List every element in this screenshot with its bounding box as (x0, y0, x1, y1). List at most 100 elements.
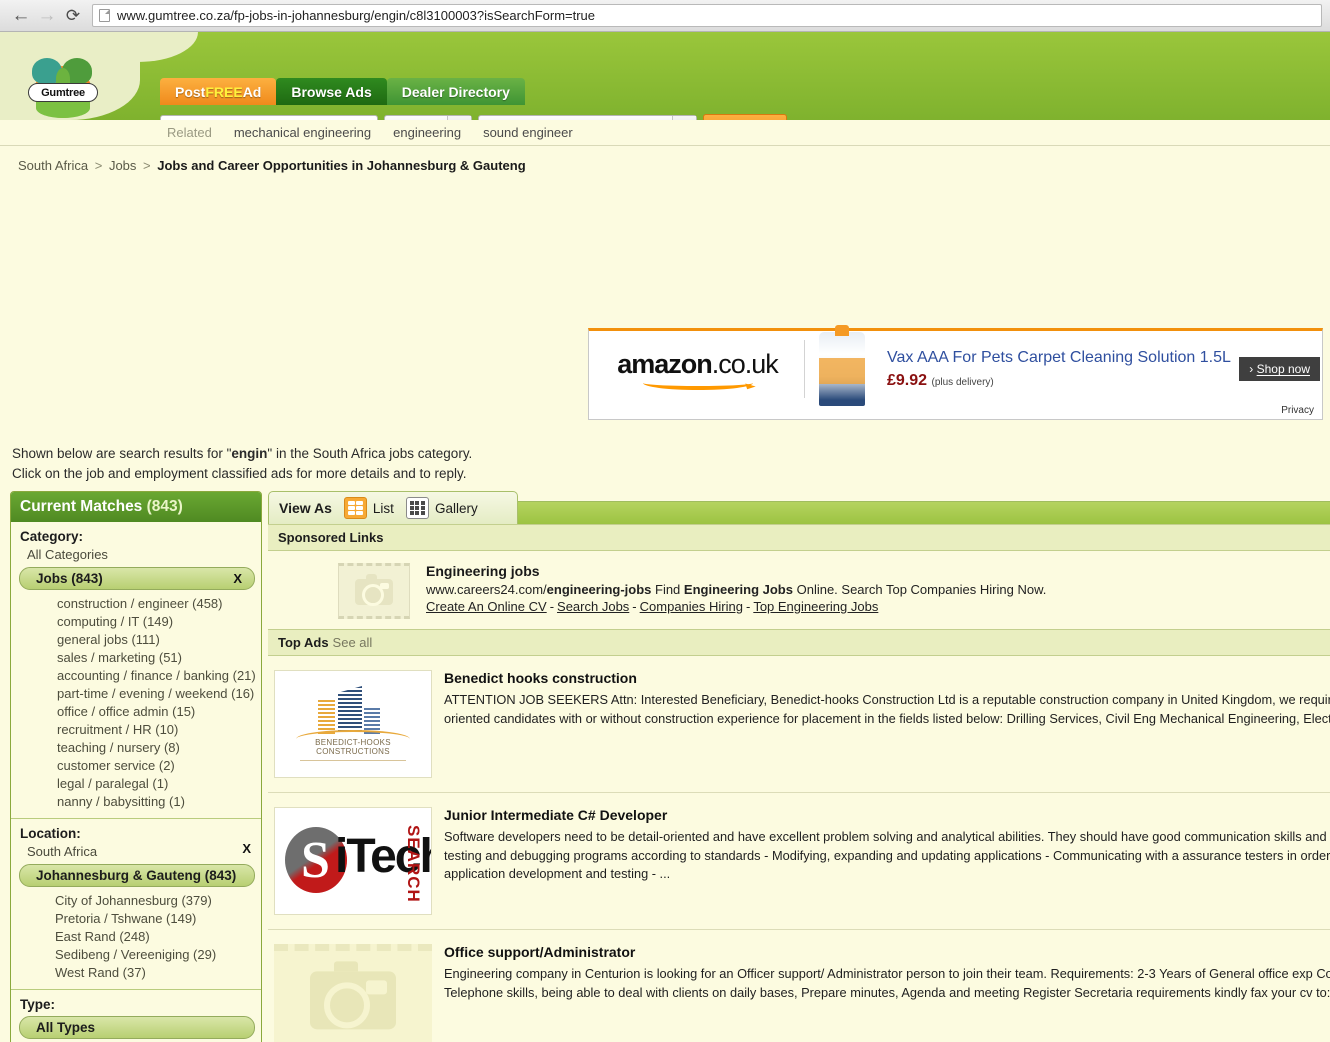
location-item[interactable]: West Rand (37) (11, 963, 261, 981)
listing-description: Engineering company in Centurion is look… (444, 966, 1330, 1000)
amazon-smile-icon (642, 376, 753, 390)
location-item[interactable]: Pretoria / Tshwane (149) (11, 909, 261, 927)
desc-line2: Click on the job and employment classifi… (12, 465, 467, 481)
location-select[interactable]: Johannesburg & Gauteng ▼ (478, 114, 697, 120)
gumtree-logo[interactable]: Gumtree (20, 58, 106, 120)
search-input[interactable] (160, 114, 378, 120)
filter-group-type: Type: All Types Offering (582) Wanted (2… (11, 990, 261, 1042)
gallery-view-icon (405, 497, 429, 519)
ad-delivery-note: (plus delivery) (931, 376, 994, 388)
sponsored-title[interactable]: Engineering jobs (426, 563, 1046, 579)
top-ads-label: Top Ads (278, 635, 329, 650)
url-bar[interactable]: www.gumtree.co.za/fp-jobs-in-johannesbur… (92, 4, 1322, 27)
remove-filter-icon[interactable]: X (233, 571, 246, 586)
search-result-description: Shown below are search results for "engi… (12, 444, 472, 483)
back-arrow-icon[interactable]: ← (8, 3, 34, 29)
sponsored-desc-post: Online. Search Top Companies Hiring Now. (792, 582, 1047, 597)
logo-wordmark: Gumtree (28, 83, 98, 102)
results-panel: View As List Gallery Sponsored Links Eng… (268, 491, 1330, 1042)
view-option-gallery-label: Gallery (434, 500, 478, 516)
sponsored-desc-bold: Engineering Jobs (683, 582, 793, 597)
view-option-list[interactable]: List (343, 497, 394, 519)
category-item[interactable]: legal / paralegal (1) (11, 774, 261, 792)
category-item[interactable]: customer service (2) (11, 756, 261, 774)
related-term-1[interactable]: engineering (393, 125, 461, 140)
category-item[interactable]: accounting / finance / banking (21) (11, 666, 261, 684)
itech-search-logo: S iTech SEARCH (277, 813, 431, 909)
breadcrumb-item-0[interactable]: South Africa (18, 158, 88, 173)
category-item[interactable]: computing / IT (149) (11, 612, 261, 630)
forward-arrow-icon[interactable]: → (34, 3, 60, 29)
category-item[interactable]: office / office admin (15) (11, 702, 261, 720)
itech-logo-search: SEARCH (404, 825, 423, 903)
ad-product-title[interactable]: Vax AAA For Pets Carpet Cleaning Solutio… (887, 349, 1239, 367)
filter-sub-south-africa[interactable]: South Africa (11, 843, 261, 862)
sponsored-sublink[interactable]: Create An Online CV (426, 599, 547, 614)
active-filter-all-types[interactable]: All Types (19, 1016, 255, 1039)
listing-title[interactable]: Office support/Administrator (444, 944, 1330, 960)
sponsored-sublinks: Create An Online CV - Search Jobs - Companie… (426, 599, 879, 614)
top-ads-see-all-link[interactable]: See all (333, 635, 373, 650)
desc-line1-pre: Shown below are search results for " (12, 446, 232, 461)
listing-description: ATTENTION JOB SEEKERS Attn: Interested B… (444, 692, 1330, 726)
location-item[interactable]: City of Johannesburg (379) (11, 891, 261, 909)
category-item[interactable]: sales / marketing (51) (11, 648, 261, 666)
category-item[interactable]: part-time / evening / weekend (16) (11, 684, 261, 702)
listing-row[interactable]: BENEDICT-HOOKS CONSTRUCTIONS Benedict ho… (268, 656, 1330, 793)
listing-title[interactable]: Junior Intermediate C# Developer (444, 807, 1330, 823)
reload-icon[interactable]: ⟳ (60, 3, 86, 29)
site-header: Gumtree Post FREE Ad Browse Ads Dealer D… (0, 32, 1330, 120)
active-filter-all-types-label: All Types (36, 1020, 96, 1035)
category-item[interactable]: construction / engineer (458) (11, 594, 261, 612)
view-as-label: View As (279, 500, 332, 516)
benedict-hooks-logo: BENEDICT-HOOKS CONSTRUCTIONS (282, 678, 424, 770)
view-option-list-label: List (372, 500, 394, 516)
category-sub-list: construction / engineer (458) computing … (11, 593, 261, 810)
remove-location-filter-icon[interactable]: X (242, 841, 251, 856)
desc-line1-post: " in the South Africa jobs category. (267, 446, 473, 461)
location-item[interactable]: East Rand (248) (11, 927, 261, 945)
nav-tab-browse-ads[interactable]: Browse Ads (276, 78, 387, 105)
view-option-gallery[interactable]: Gallery (405, 497, 478, 519)
active-filter-jobs[interactable]: Jobs (843) X (19, 567, 255, 590)
listing-row[interactable]: Office support/Administrator Engineering… (268, 930, 1330, 1042)
filter-sub-all-categories[interactable]: All Categories (11, 546, 261, 565)
category-select[interactable]: Jobs ▼ (384, 114, 472, 120)
listing-thumbnail[interactable]: BENEDICT-HOOKS CONSTRUCTIONS (274, 670, 432, 778)
sponsored-url-line: www.careers24.com/engineering-jobs Find … (426, 582, 1046, 597)
sponsored-sublink[interactable]: Search Jobs (557, 599, 629, 614)
top-ads-header: Top Ads See all (268, 629, 1330, 656)
related-searches-bar: Related mechanical engineering engineeri… (0, 120, 1330, 146)
listing-title[interactable]: Benedict hooks construction (444, 670, 1330, 686)
nav-tab-post-free-ad[interactable]: Post FREE Ad (160, 78, 277, 105)
active-filter-location[interactable]: Johannesburg & Gauteng (843) (19, 864, 255, 887)
shop-now-button[interactable]: › Shop now (1239, 357, 1320, 381)
location-sub-list: City of Johannesburg (379) Pretoria / Ts… (11, 890, 261, 981)
breadcrumb-item-1[interactable]: Jobs (109, 158, 136, 173)
amazon-advertisement[interactable]: amazon.co.uk Vax AAA For Pets Carpet Cle… (588, 325, 1323, 420)
category-item[interactable]: general jobs (111) (11, 630, 261, 648)
sponsored-url-bold: engineering-jobs (546, 582, 652, 597)
sponsored-sublink[interactable]: Companies Hiring (640, 599, 743, 614)
listing-thumbnail-placeholder[interactable] (274, 944, 432, 1042)
filter-title-location: Location: (20, 826, 81, 841)
amazon-tld: .co.uk (711, 348, 779, 379)
camera-icon (310, 961, 396, 1030)
related-term-2[interactable]: sound engineer (483, 125, 573, 140)
category-item[interactable]: recruitment / HR (10) (11, 720, 261, 738)
location-item[interactable]: Sedibeng / Vereeniging (29) (11, 945, 261, 963)
listing-thumbnail[interactable]: S iTech SEARCH (274, 807, 432, 915)
category-item[interactable]: nanny / babysitting (1) (11, 792, 261, 810)
main-nav: Post FREE Ad Browse Ads Dealer Directory (160, 78, 525, 105)
sponsored-links-header: Sponsored Links (268, 524, 1330, 551)
sponsored-link-row[interactable]: Engineering jobs www.careers24.com/engin… (268, 551, 1330, 629)
sponsored-sublink[interactable]: Top Engineering Jobs (753, 599, 878, 614)
ad-privacy-link[interactable]: Privacy (1281, 405, 1314, 416)
related-term-0[interactable]: mechanical engineering (234, 125, 371, 140)
nav-tab-dealer-directory[interactable]: Dealer Directory (386, 78, 525, 105)
category-item[interactable]: teaching / nursery (8) (11, 738, 261, 756)
benedict-hooks-logo-text: BENEDICT-HOOKS CONSTRUCTIONS (315, 738, 391, 756)
listing-row[interactable]: S iTech SEARCH Junior Intermediate C# De… (268, 793, 1330, 930)
search-button[interactable]: Search (703, 114, 788, 120)
breadcrumb-current: Jobs and Career Opportunities in Johanne… (157, 158, 526, 173)
